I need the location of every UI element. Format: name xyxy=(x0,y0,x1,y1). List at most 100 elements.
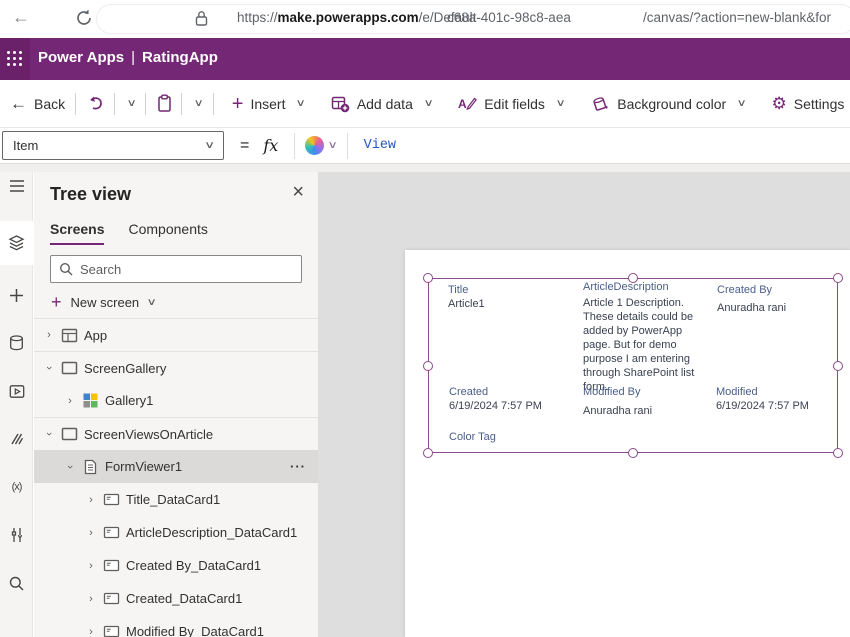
chevron-right-icon[interactable]: › xyxy=(84,593,98,605)
new-screen-button[interactable]: + New screen ∨ xyxy=(51,293,155,311)
app-launcher-button[interactable] xyxy=(0,38,30,80)
new-screen-chevron-icon: ∨ xyxy=(147,297,157,308)
back-button[interactable]: ← Back xyxy=(10,94,65,114)
resize-handle[interactable] xyxy=(423,448,433,458)
tree-item-screengallery[interactable]: › ScreenGallery xyxy=(34,351,318,384)
field-label: Created xyxy=(449,386,542,398)
tree-item-label: ArticleDescription_DataCard1 xyxy=(126,525,297,540)
tree-item-formviewer1[interactable]: ›FormViewer1··· xyxy=(34,450,318,483)
resize-handle[interactable] xyxy=(423,273,433,283)
chevron-down-icon[interactable]: › xyxy=(43,361,55,375)
field-value: Anuradha rani xyxy=(717,302,786,314)
resize-handle[interactable] xyxy=(423,361,433,371)
more-options-icon[interactable]: ··· xyxy=(290,459,318,474)
insert-plus-icon: + xyxy=(232,94,244,114)
datacard-icon xyxy=(102,526,120,539)
chevron-right-icon[interactable]: › xyxy=(84,626,98,637)
chevron-right-icon[interactable]: › xyxy=(42,329,56,341)
app-title: Power Apps|RatingApp xyxy=(38,49,218,66)
form-field-color-tag[interactable]: Color Tag xyxy=(449,431,496,443)
resize-handle[interactable] xyxy=(833,448,843,458)
tree-item-title-datacard1[interactable]: ›Title_DataCard1 xyxy=(34,483,318,516)
tree-item-label: ScreenGallery xyxy=(84,361,166,376)
chevron-right-icon[interactable]: › xyxy=(84,527,98,539)
form-field-created[interactable]: Created6/19/2024 7:57 PM xyxy=(449,386,542,412)
datacard-icon xyxy=(102,592,120,605)
back-arrow-icon: ← xyxy=(10,94,27,114)
field-label: Created By xyxy=(717,284,786,296)
background-color-button[interactable]: Background color ∨ xyxy=(590,95,745,113)
add-data-icon xyxy=(331,95,350,113)
equals-sign: = xyxy=(240,137,249,155)
rail-advanced-tools-icon[interactable] xyxy=(0,515,33,555)
formula-input[interactable]: View xyxy=(364,138,396,153)
tab-screens[interactable]: Screens xyxy=(50,221,104,245)
chevron-right-icon[interactable]: › xyxy=(63,395,77,407)
url-segment-2: c68a-401c-98c8-aea xyxy=(447,10,571,25)
tree-item-app[interactable]: › App xyxy=(34,318,318,351)
rail-data-icon[interactable] xyxy=(0,323,33,363)
search-icon xyxy=(59,262,73,276)
form-field-modified-by[interactable]: Modified By Anuradha rani xyxy=(583,386,652,417)
brand-name[interactable]: Power Apps xyxy=(38,49,124,66)
rail-variables-icon[interactable]: (x) xyxy=(0,467,33,507)
gallery-icon xyxy=(81,393,99,408)
powerapps-studio: ← https://make.powerapps.com/e/Default- … xyxy=(0,0,850,637)
tree-item-articledescription-datacard1[interactable]: › ArticleDescription_DataCard1 xyxy=(34,516,318,549)
tree-item-modified-by-datacard1[interactable]: ›Modified By_DataCard1 xyxy=(34,615,318,637)
resize-handle[interactable] xyxy=(833,273,843,283)
browser-bar: ← https://make.powerapps.com/e/Default- … xyxy=(0,0,850,38)
toolbar: ← Back ∨ ∨ + Insert ∨ Add data ∨ A Edit … xyxy=(0,80,850,128)
copilot-chevron-icon[interactable]: ∨ xyxy=(328,140,338,151)
paste-chevron-icon[interactable]: ∨ xyxy=(194,98,204,109)
url-segment-1: https://make.powerapps.com/e/Default- xyxy=(237,10,481,25)
tree-item-gallery1[interactable]: ›Gallery1 xyxy=(34,384,318,417)
browser-refresh-icon[interactable] xyxy=(74,8,94,28)
rail-insert-icon[interactable] xyxy=(0,275,33,315)
rail-search-icon[interactable] xyxy=(0,563,33,603)
browser-back-icon[interactable]: ← xyxy=(12,7,30,28)
app-name: RatingApp xyxy=(142,49,218,66)
datacard-icon xyxy=(102,559,120,572)
chevron-down-icon[interactable]: › xyxy=(43,427,55,441)
tree-item-created-by-datacard1[interactable]: ›Created By_DataCard1 xyxy=(34,549,318,582)
chevron-right-icon[interactable]: › xyxy=(84,560,98,572)
field-value: Anuradha rani xyxy=(583,405,652,417)
close-icon[interactable]: × xyxy=(292,182,304,202)
chevron-right-icon[interactable]: › xyxy=(84,494,98,506)
tab-components[interactable]: Components xyxy=(128,221,207,245)
field-label: Modified By xyxy=(583,386,652,398)
resize-handle[interactable] xyxy=(628,448,638,458)
add-data-chevron-icon: ∨ xyxy=(423,98,433,109)
add-data-button[interactable]: Add data ∨ xyxy=(331,95,432,113)
rail-tree-view-icon[interactable] xyxy=(0,221,33,265)
search-box[interactable] xyxy=(50,255,302,283)
rail-menu-icon[interactable] xyxy=(0,166,33,206)
form-field-articledescription[interactable]: ArticleDescription Article 1 Description.… xyxy=(583,281,705,395)
undo-button[interactable] xyxy=(86,95,106,113)
property-dropdown[interactable]: Item ∨ xyxy=(2,131,224,160)
copilot-icon[interactable] xyxy=(305,136,324,155)
form-field-title[interactable]: TitleArticle1 xyxy=(448,284,485,310)
field-label: Title xyxy=(448,284,485,296)
edit-fields-icon: A xyxy=(458,95,477,113)
form-field-created-by[interactable]: Created By Anuradha rani xyxy=(717,284,786,314)
field-label: ArticleDescription xyxy=(583,281,705,293)
insert-button[interactable]: + Insert ∨ xyxy=(232,94,305,114)
form-field-modified[interactable]: Modified6/19/2024 7:57 PM xyxy=(716,386,809,412)
resize-handle[interactable] xyxy=(833,361,843,371)
undo-chevron-icon[interactable]: ∨ xyxy=(127,98,137,109)
new-screen-plus-icon: + xyxy=(51,293,62,311)
chevron-down-icon[interactable]: › xyxy=(64,460,76,474)
tree-item-screenviewsonarticle[interactable]: ›ScreenViewsOnArticle xyxy=(34,417,318,450)
property-chevron-icon: ∨ xyxy=(204,140,215,151)
tree-item-label: App xyxy=(84,328,107,343)
rail-media-icon[interactable] xyxy=(0,371,33,411)
rail-power-automate-icon[interactable] xyxy=(0,419,33,459)
field-value: Article 1 Description. These details cou… xyxy=(583,296,705,395)
tree-item-created-datacard1[interactable]: ›Created_DataCard1 xyxy=(34,582,318,615)
paste-button[interactable] xyxy=(156,94,173,113)
search-input[interactable] xyxy=(80,262,280,277)
edit-fields-button[interactable]: A Edit fields ∨ xyxy=(458,95,564,113)
settings-button[interactable]: ⚙ Settings xyxy=(772,94,845,114)
